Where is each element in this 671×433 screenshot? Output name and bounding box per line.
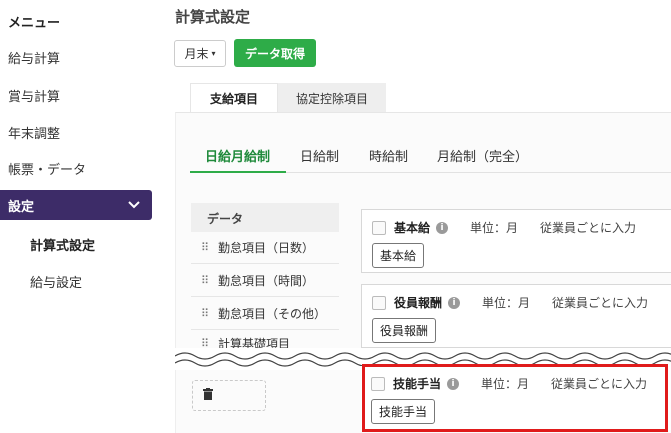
formula-tag[interactable]: 役員報酬 [372, 318, 437, 343]
sidebar-subitem-formula[interactable]: 計算式設定 [30, 235, 95, 254]
subtab-active-underline [190, 171, 286, 173]
data-item[interactable]: ⠿ 勤怠項目（日数） [191, 232, 339, 264]
tab-payment-items[interactable]: 支給項目 [190, 83, 278, 113]
month-select-value: 月末 [184, 47, 209, 61]
card-name: 基本給 [394, 221, 431, 235]
info-icon[interactable]: i [448, 296, 461, 309]
sidebar-item-settings-label: 設定 [8, 199, 35, 215]
fetch-data-button[interactable]: データ取得 [234, 39, 316, 67]
trash-icon [203, 387, 213, 404]
formula-card: 基本給 i 単位：月 従業員ごとに入力 基本給 [361, 209, 671, 273]
menu-title: メニュー [8, 16, 61, 31]
sidebar: メニュー 給与計算 賞与計算 年末調整 帳票・データ 設定 計算式設定 給与設定 [0, 0, 160, 433]
card-entry: 従業員ごとに入力 [552, 296, 649, 310]
data-item-label: 勤怠項目（日数） [218, 241, 315, 255]
chevron-down-icon [128, 198, 140, 212]
data-item[interactable]: ⠿ 勤怠項目（時間） [191, 265, 339, 297]
highlight-box [362, 364, 668, 432]
card-name: 役員報酬 [394, 296, 443, 310]
data-item-label: 勤怠項目（その他） [218, 307, 327, 321]
sidebar-item-settings[interactable]: 設定 [0, 190, 152, 220]
formula-card: 役員報酬 i 単位：月 従業員ごとに入力 役員報酬 [361, 284, 671, 348]
sidebar-item-year-end[interactable]: 年末調整 [8, 123, 60, 142]
subtab-hourly[interactable]: 時給制 [369, 146, 408, 165]
card-unit: 単位：月 [482, 296, 531, 310]
caret-down-icon: ▾ [211, 49, 216, 58]
subtab-monthly-full[interactable]: 月給制（完全） [437, 146, 528, 165]
card-entry: 従業員ごとに入力 [540, 221, 637, 235]
data-item[interactable]: ⠿ 勤怠項目（その他） [191, 298, 339, 330]
info-icon[interactable]: i [436, 221, 449, 234]
sidebar-item-bonus[interactable]: 賞与計算 [8, 86, 60, 105]
drag-handle-icon: ⠿ [201, 307, 209, 320]
subtab-daily-monthly[interactable]: 日給月給制 [205, 146, 270, 165]
formula-tag[interactable]: 基本給 [372, 243, 425, 268]
sidebar-item-payroll[interactable]: 給与計算 [8, 48, 60, 67]
sidebar-subitem-payroll-settings[interactable]: 給与設定 [30, 272, 82, 291]
delete-dropzone[interactable] [192, 380, 266, 411]
drag-handle-icon: ⠿ [201, 241, 209, 254]
subtab-daily[interactable]: 日給制 [300, 146, 339, 165]
data-panel-header: データ [191, 203, 339, 233]
card-checkbox[interactable] [372, 295, 386, 310]
card-unit: 単位：月 [470, 221, 519, 235]
page-title: 計算式設定 [175, 8, 251, 26]
data-item-label: 勤怠項目（時間） [218, 274, 315, 288]
month-select[interactable]: 月末 ▾ [174, 40, 226, 67]
sidebar-item-reports[interactable]: 帳票・データ [8, 159, 86, 178]
drag-handle-icon: ⠿ [201, 274, 209, 287]
card-checkbox[interactable] [372, 220, 386, 235]
tab-agreement-deductions[interactable]: 協定控除項目 [278, 83, 386, 113]
